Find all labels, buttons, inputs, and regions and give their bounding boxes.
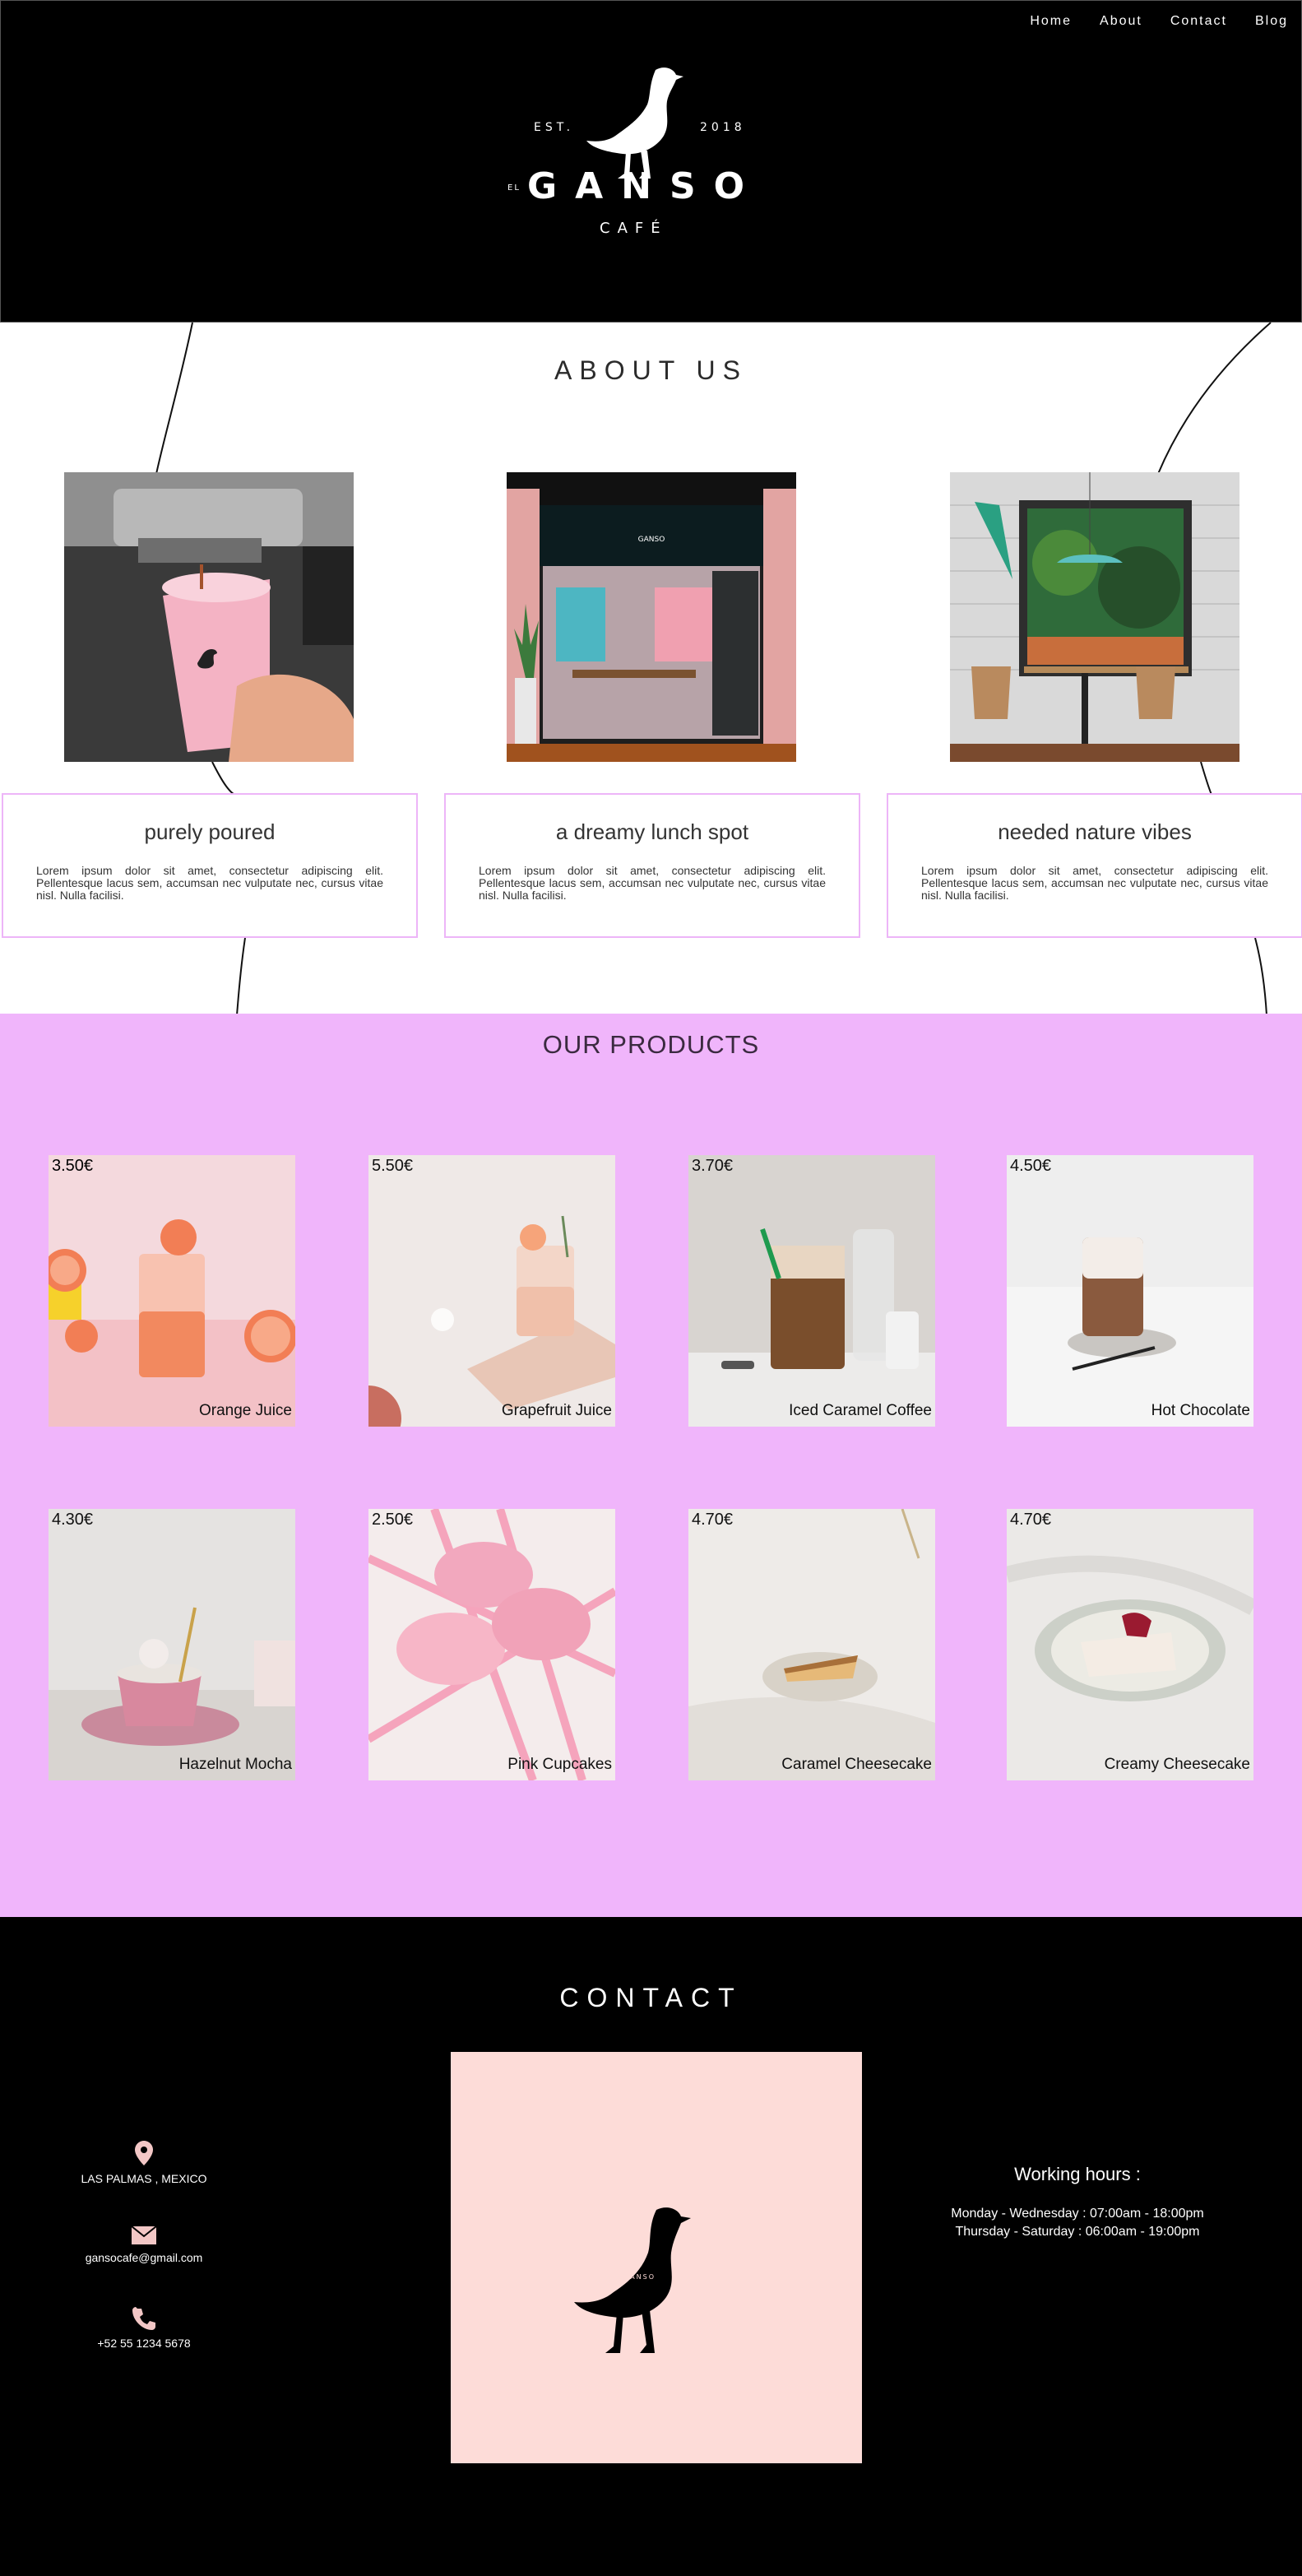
hours-weekend: Thursday - Saturday : 06:00am - 19:00pm (955, 2225, 1200, 2239)
product-card[interactable]: 3.70€ Iced Caramel Coffee (688, 1155, 935, 1427)
logo-cafe: CAFÉ (600, 219, 668, 237)
nav-blog[interactable]: Blog (1255, 14, 1288, 29)
site-header: Home About Contact Blog EST. 2018 EL GAN… (0, 0, 1302, 323)
svg-text:GANSO: GANSO (638, 536, 665, 544)
product-price: 3.50€ (52, 1157, 93, 1175)
product-image-grapefruit-juice: 5.50€ Grapefruit Juice (368, 1155, 615, 1427)
product-name: Caramel Cheesecake (781, 1756, 932, 1773)
logo-word: GANSO (527, 165, 762, 207)
phone-icon (132, 2307, 155, 2330)
location-text: LAS PALMAS , MEXICO (81, 2172, 207, 2185)
about-card-3: needed nature vibes Lorem ipsum dolor si… (887, 793, 1302, 938)
product-name: Hazelnut Mocha (179, 1756, 293, 1773)
product-name: Orange Juice (199, 1402, 292, 1419)
logo-est: EST. (534, 121, 574, 134)
about-photo-storefront: GANSO (507, 472, 796, 762)
mail-icon (132, 2226, 156, 2244)
email-text[interactable]: gansocafe@gmail.com (86, 2251, 203, 2264)
product-card[interactable]: 3.50€ Orange Juice (49, 1155, 295, 1427)
product-price: 4.30€ (52, 1511, 93, 1529)
hours-weekday: Monday - Wednesday : 07:00am - 18:00pm (951, 2207, 1204, 2221)
contact-location: LAS PALMAS , MEXICO (49, 2141, 239, 2185)
card-text: Lorem ipsum dolor sit amet, consectetur … (36, 864, 383, 902)
card-title: a dreamy lunch spot (555, 819, 749, 844)
contact-section: CONTACT LAS PALMAS , MEXICO gansocafe@gm… (0, 1917, 1302, 2576)
nav-home[interactable]: Home (1030, 14, 1072, 29)
product-image-hot-chocolate: 4.50€ Hot Chocolate (1007, 1155, 1253, 1427)
main-nav: Home About Contact Blog (1030, 14, 1288, 29)
product-price: 4.50€ (1010, 1157, 1051, 1175)
map-logo-text: GANSO (623, 2273, 656, 2281)
product-card[interactable]: 2.50€ Pink Cupcakes (368, 1509, 615, 1780)
product-card[interactable]: 4.50€ Hot Chocolate (1007, 1155, 1253, 1427)
product-name: Pink Cupcakes (507, 1756, 612, 1773)
product-image-pink-cupcakes: 2.50€ Pink Cupcakes (368, 1509, 615, 1780)
product-name: Grapefruit Juice (502, 1402, 612, 1419)
product-name: Hot Chocolate (1151, 1402, 1250, 1419)
about-photo-coffee (64, 472, 354, 762)
product-image-iced-caramel-coffee: 3.70€ Iced Caramel Coffee (688, 1155, 935, 1427)
product-image-creamy-cheesecake: 4.70€ Creamy Cheesecake (1007, 1509, 1253, 1780)
product-price: 4.70€ (692, 1511, 733, 1529)
logo-el: EL (507, 183, 521, 193)
location-pin-icon (135, 2141, 153, 2165)
map-logo-box: GANSO (451, 2052, 862, 2463)
product-image-hazelnut-mocha: 4.30€ Hazelnut Mocha (49, 1509, 295, 1780)
nav-contact[interactable]: Contact (1170, 14, 1227, 29)
hours-title: Working hours : (1014, 2164, 1141, 2184)
phone-text[interactable]: +52 55 1234 5678 (97, 2337, 190, 2350)
el-ganso-logo[interactable]: EST. 2018 EL GANSO CAFÉ (494, 63, 774, 244)
logo-year: 2018 (700, 121, 746, 134)
product-price: 5.50€ (372, 1157, 413, 1175)
product-image-caramel-cheesecake: 4.70€ Caramel Cheesecake (688, 1509, 935, 1780)
about-title: ABOUT US (554, 355, 748, 385)
product-card[interactable]: 4.70€ Caramel Cheesecake (688, 1509, 935, 1780)
hours-list: Monday - Wednesday : 07:00am - 18:00pm T… (905, 2205, 1250, 2241)
product-card[interactable]: 4.30€ Hazelnut Mocha (49, 1509, 295, 1780)
card-text: Lorem ipsum dolor sit amet, consectetur … (921, 864, 1268, 902)
product-image-orange-juice: 3.50€ Orange Juice (49, 1155, 295, 1427)
contact-title: CONTACT (559, 1983, 743, 2012)
card-title: needed nature vibes (998, 819, 1192, 844)
contact-phone[interactable]: +52 55 1234 5678 (49, 2307, 239, 2350)
about-card-1: purely poured Lorem ipsum dolor sit amet… (2, 793, 418, 938)
product-card[interactable]: 5.50€ Grapefruit Juice (368, 1155, 615, 1427)
about-photo-window (950, 472, 1239, 762)
card-title: purely poured (144, 819, 276, 844)
goose-logo: GANSO (574, 2207, 691, 2353)
product-name: Creamy Cheesecake (1105, 1756, 1250, 1773)
nav-about[interactable]: About (1100, 14, 1142, 29)
product-price: 2.50€ (372, 1511, 413, 1529)
products-title: OUR PRODUCTS (542, 1030, 760, 1059)
product-price: 4.70€ (1010, 1511, 1051, 1529)
contact-email[interactable]: gansocafe@gmail.com (49, 2226, 239, 2264)
about-card-2: a dreamy lunch spot Lorem ipsum dolor si… (444, 793, 860, 938)
product-name: Iced Caramel Coffee (789, 1402, 932, 1419)
card-text: Lorem ipsum dolor sit amet, consectetur … (479, 864, 826, 902)
product-price: 3.70€ (692, 1157, 733, 1175)
products-section: OUR PRODUCTS 3.50€ Orange Juice 5.50€ Gr… (0, 1014, 1302, 1917)
product-card[interactable]: 4.70€ Creamy Cheesecake (1007, 1509, 1253, 1780)
